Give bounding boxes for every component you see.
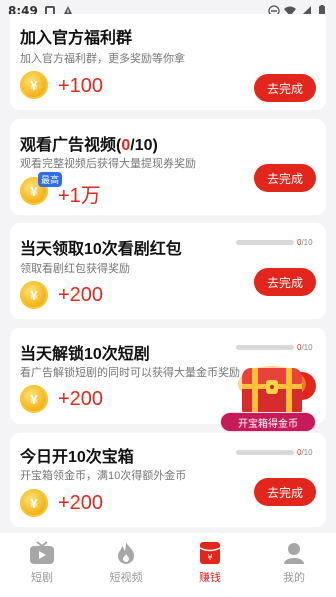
tab-short-video[interactable]: 短视频 — [84, 533, 168, 597]
bottom-tab-bar: 短剧 短视频 ¥ 赚钱 我的 — [0, 533, 336, 597]
task-desc: 观看完整视频后获得大量提现券奖励 — [20, 158, 196, 170]
floating-chest[interactable]: 开宝箱得金币 — [220, 362, 316, 438]
task-progress-text: 0/10 — [297, 238, 313, 247]
tv-icon — [30, 541, 54, 564]
task-go-button[interactable]: 去完成 — [254, 478, 316, 506]
tab-mine[interactable]: 我的 — [252, 533, 336, 597]
task-reward: +1万 — [58, 185, 101, 207]
task-card-watch-ads: 观看广告视频(0/10) 观看完整视频后获得大量提现券奖励 ¥ 最高 +1万 去… — [10, 119, 326, 215]
tab-label: 我的 — [283, 572, 305, 584]
task-card-open-chest: 今日开10次宝箱 0/10 开宝箱领金币，满10次得额外金币 ¥ +200 去完… — [10, 433, 326, 527]
task-desc: 领取看剧红包获得奖励 — [20, 263, 130, 275]
task-go-button[interactable]: 去完成 — [254, 74, 316, 102]
task-reward: +200 — [58, 492, 104, 514]
coin-icon: ¥ — [20, 281, 48, 309]
coin-icon: ¥ — [20, 385, 48, 413]
task-go-button[interactable]: 去完成 — [254, 164, 316, 192]
task-title: 今日开10次宝箱 — [20, 449, 134, 466]
coin-icon: ¥ — [20, 71, 48, 99]
chest-label: 开宝箱得金币 — [220, 412, 316, 432]
task-progress-bar — [236, 240, 294, 245]
tab-earn[interactable]: ¥ 赚钱 — [168, 533, 252, 597]
task-desc: 开宝箱领金币，满10次得额外金币 — [20, 470, 187, 482]
red-envelope-icon: ¥ — [199, 542, 221, 564]
task-progress-text: 0/10 — [297, 343, 313, 352]
task-go-button[interactable]: 去完成 — [254, 268, 316, 296]
task-title: 当天解锁10次短剧 — [20, 346, 150, 363]
tab-label: 赚钱 — [199, 572, 221, 584]
task-desc: 看广告解锁短剧的同时可以获得大量金币奖励 — [20, 367, 240, 379]
task-reward: +200 — [58, 284, 104, 306]
tab-label: 短视频 — [109, 572, 143, 584]
task-card-join-group: 加入官方福利群 加入官方福利群，更多奖励等你拿 ¥ +100 去完成 — [10, 14, 326, 110]
coin-icon: ¥ — [20, 489, 48, 517]
person-icon — [284, 543, 304, 564]
task-title: 当天领取10次看剧红包 — [20, 241, 182, 258]
task-title: 观看广告视频(0/10) — [20, 137, 158, 154]
tab-label: 短剧 — [31, 572, 53, 584]
flame-icon — [118, 542, 134, 564]
task-card-drama-redpacket: 当天领取10次看剧红包 0/10 领取看剧红包获得奖励 ¥ +200 去完成 — [10, 223, 326, 319]
task-progress-text: 0/10 — [297, 448, 313, 457]
task-progress-bar — [236, 450, 294, 455]
task-progress-bar — [236, 345, 294, 350]
task-desc: 加入官方福利群，更多奖励等你拿 — [20, 53, 185, 65]
svg-text:¥: ¥ — [207, 553, 212, 562]
task-reward: +200 — [58, 388, 104, 410]
tab-drama[interactable]: 短剧 — [0, 533, 84, 597]
task-reward: +100 — [58, 75, 104, 97]
task-title: 加入官方福利群 — [20, 30, 133, 47]
